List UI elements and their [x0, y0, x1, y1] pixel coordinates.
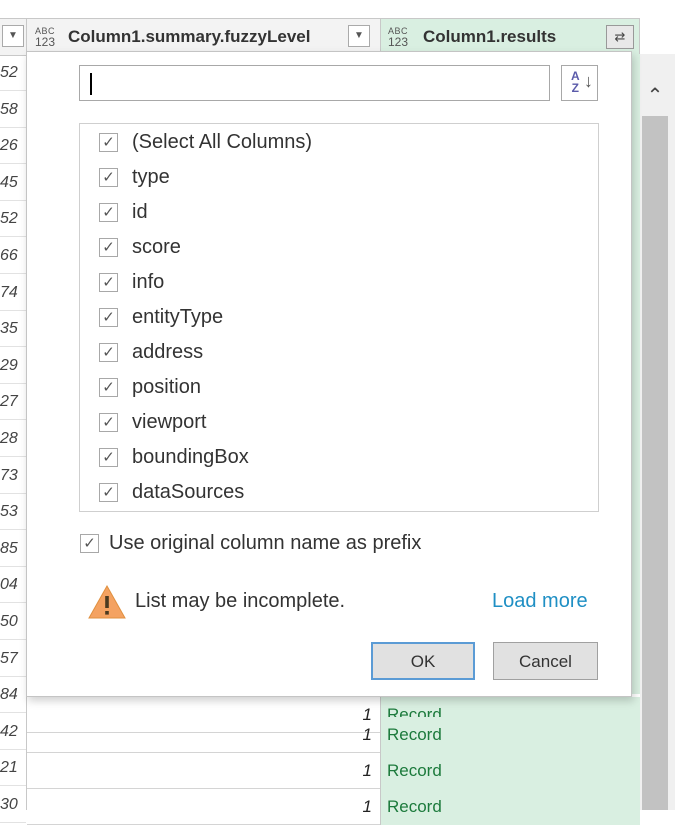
column-list-item-label: position [132, 376, 201, 398]
row-index-cell[interactable]: 04 [0, 566, 26, 604]
text-caret [90, 73, 92, 95]
checkbox[interactable]: ✓ [99, 203, 118, 222]
row-index-cell[interactable]: 45 [0, 164, 26, 201]
row-index-cell[interactable]: 84 [0, 676, 26, 714]
abc123-type-icon[interactable]: ABC 123 [384, 27, 412, 49]
row-index-cell[interactable]: 30 [0, 786, 26, 823]
row-index-cell[interactable]: 27 [0, 383, 26, 421]
record-link[interactable]: Record [381, 789, 640, 825]
row-index-cell[interactable]: 66 [0, 237, 26, 274]
column-list-item-label: boundingBox [132, 446, 249, 468]
abc123-type-icon[interactable]: ABC 123 [31, 27, 59, 49]
row-index-column: 52 58 26 45 52 66 74 35 29 27 28 73 53 85 04 50 57 84 42 21… [0, 54, 27, 823]
warning-icon [88, 584, 126, 619]
warning-row: List may be incomplete. Load more [87, 584, 607, 624]
column-list-item-label: (Select All Columns) [132, 131, 313, 153]
row-index-cell[interactable]: 35 [0, 310, 26, 348]
row-index-cell[interactable]: 85 [0, 530, 26, 567]
header-cell-results[interactable]: ABC 123 Column1.results [381, 19, 640, 55]
row-index-cell[interactable]: 52 [0, 54, 26, 91]
vertical-scrollbar[interactable]: ⌃ [640, 54, 675, 810]
record-link[interactable]: Record [381, 753, 640, 789]
row-index-cell[interactable]: 57 [0, 640, 26, 677]
ok-button[interactable]: OK [371, 642, 475, 680]
row-index-cell[interactable]: 52 [0, 200, 26, 238]
expand-column-icon[interactable]: ⇄ [606, 25, 634, 49]
load-more-link[interactable]: Load more [492, 590, 588, 613]
type-icon-bottom: 123 [34, 35, 56, 49]
fuzzylevel-cell[interactable]: 1 [27, 717, 381, 753]
header-cell-fuzzylevel[interactable]: ABC 123 Column1.summary.fuzzyLevel ▼ [27, 19, 381, 55]
sort-az-icon: A Z [571, 70, 580, 94]
sort-az-button[interactable]: A Z ↓ [561, 65, 598, 101]
table-row[interactable]: 1 Record [27, 789, 640, 825]
row-index-cell[interactable]: 29 [0, 347, 26, 384]
chevron-up-icon[interactable]: ⌃ [640, 78, 670, 114]
prefix-checkbox[interactable]: ✓ [80, 534, 99, 553]
cancel-button[interactable]: Cancel [493, 642, 598, 680]
column-list-item-label: viewport [132, 411, 207, 433]
row-index-cell[interactable]: 42 [0, 713, 26, 750]
checkbox[interactable]: ✓ [99, 413, 118, 432]
arrow-down-icon: ↓ [584, 71, 593, 91]
chevron-down-icon[interactable]: ▼ [348, 25, 370, 47]
warning-text: List may be incomplete. [135, 590, 346, 612]
checkbox[interactable]: ✓ [99, 238, 118, 257]
table-row[interactable]: 1 Record [27, 753, 640, 789]
column-header-label: Column1.results [423, 27, 557, 46]
row-index-cell[interactable]: 50 [0, 603, 26, 640]
type-icon-bottom: 123 [387, 35, 409, 49]
checkbox[interactable]: ✓ [99, 308, 118, 327]
fuzzylevel-cell[interactable]: 1 [27, 789, 381, 825]
column-list: ✓ (Select All Columns) ✓ type ✓ id ✓ score ✓ info… [79, 123, 599, 512]
column-list-item-label: id [132, 201, 148, 223]
fuzzylevel-cell[interactable]: 1 [27, 753, 381, 789]
column-list-item-label: type [132, 166, 170, 188]
record-link[interactable]: Record [381, 717, 640, 753]
checkbox[interactable]: ✓ [99, 378, 118, 397]
prefix-label: Use original column name as prefix [109, 532, 422, 554]
checkbox[interactable]: ✓ [99, 133, 118, 152]
scrollbar-thumb[interactable] [642, 116, 668, 810]
expand-columns-popup: A Z ↓ ✓ (Select All Columns) ✓ type ✓ id ✓ scor… [26, 51, 632, 697]
chevron-down-icon[interactable]: ▼ [2, 25, 24, 47]
column-list-item-label: score [132, 236, 181, 258]
row-index-cell[interactable]: 28 [0, 420, 26, 457]
row-index-cell[interactable]: 73 [0, 457, 26, 494]
column-list-item-label: info [132, 271, 165, 293]
checkbox[interactable]: ✓ [99, 448, 118, 467]
row-index-cell[interactable]: 58 [0, 91, 26, 128]
header-cell-left[interactable]: ▼ [0, 19, 27, 55]
column-header-label: Column1.summary.fuzzyLevel [68, 27, 311, 46]
checkbox[interactable]: ✓ [99, 483, 118, 502]
column-list-item-label: dataSources [132, 481, 245, 503]
column-list-item-label: address [132, 341, 204, 363]
checkbox[interactable]: ✓ [99, 273, 118, 292]
sort-icon-z: Z [571, 81, 579, 95]
row-index-cell[interactable]: 21 [0, 749, 26, 787]
prefix-option[interactable]: ✓ Use original column name as prefix [80, 530, 480, 560]
column-list-item-label: entityType [132, 306, 224, 328]
row-index-cell[interactable]: 53 [0, 493, 26, 531]
search-input[interactable] [79, 65, 550, 101]
checkbox[interactable]: ✓ [99, 343, 118, 362]
table-row[interactable]: 1 Record [27, 717, 640, 753]
checkbox[interactable]: ✓ [99, 168, 118, 187]
row-index-cell[interactable]: 74 [0, 274, 26, 311]
row-index-cell[interactable]: 26 [0, 127, 26, 165]
